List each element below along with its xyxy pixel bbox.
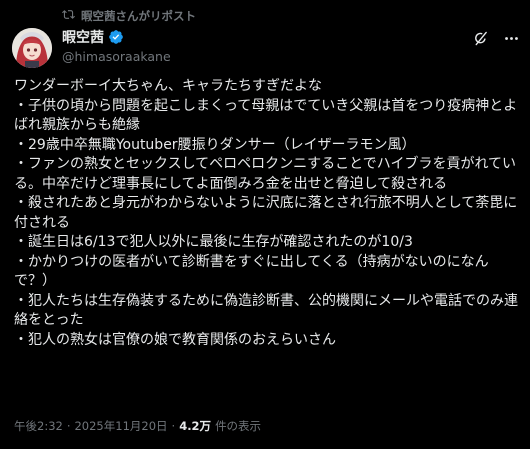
tweet-text: ワンダーボーイ大ちゃん、キャラたちすぎだよな ・子供の頃から問題を起こしまくって… <box>14 78 518 348</box>
author-block: 暇空茜 @himasoraakane <box>62 28 171 64</box>
repost-icon <box>62 8 75 24</box>
views-count: 4.2万 <box>179 419 212 433</box>
tweet-meta: 午後2:32 · 2025年11月20日 · 4.2万 件の表示 <box>14 418 261 434</box>
meta-separator: · <box>66 419 71 433</box>
avatar-image <box>12 28 52 68</box>
repost-text: 暇空茜さんがリポスト <box>81 9 196 23</box>
views-label: 件の表示 <box>215 419 262 433</box>
more-icon[interactable] <box>503 30 520 47</box>
tweet-time[interactable]: 午後2:32 <box>14 418 63 434</box>
tweet-actions <box>472 30 520 47</box>
avatar[interactable] <box>12 28 52 68</box>
author-display-name[interactable]: 暇空茜 <box>62 27 104 47</box>
tweet-date[interactable]: 2025年11月20日 <box>74 418 167 434</box>
author-handle[interactable]: @himasoraakane <box>62 49 171 64</box>
verified-badge-icon[interactable] <box>108 29 124 45</box>
repost-indicator[interactable]: 暇空茜さんがリポスト <box>62 8 196 24</box>
tweet: 暇空茜さんがリポスト 暇空茜 @himasoraakane ワンダーボーイ大ちゃ… <box>0 0 530 449</box>
meta-separator-2: · <box>171 419 176 433</box>
grok-icon[interactable] <box>472 30 489 47</box>
